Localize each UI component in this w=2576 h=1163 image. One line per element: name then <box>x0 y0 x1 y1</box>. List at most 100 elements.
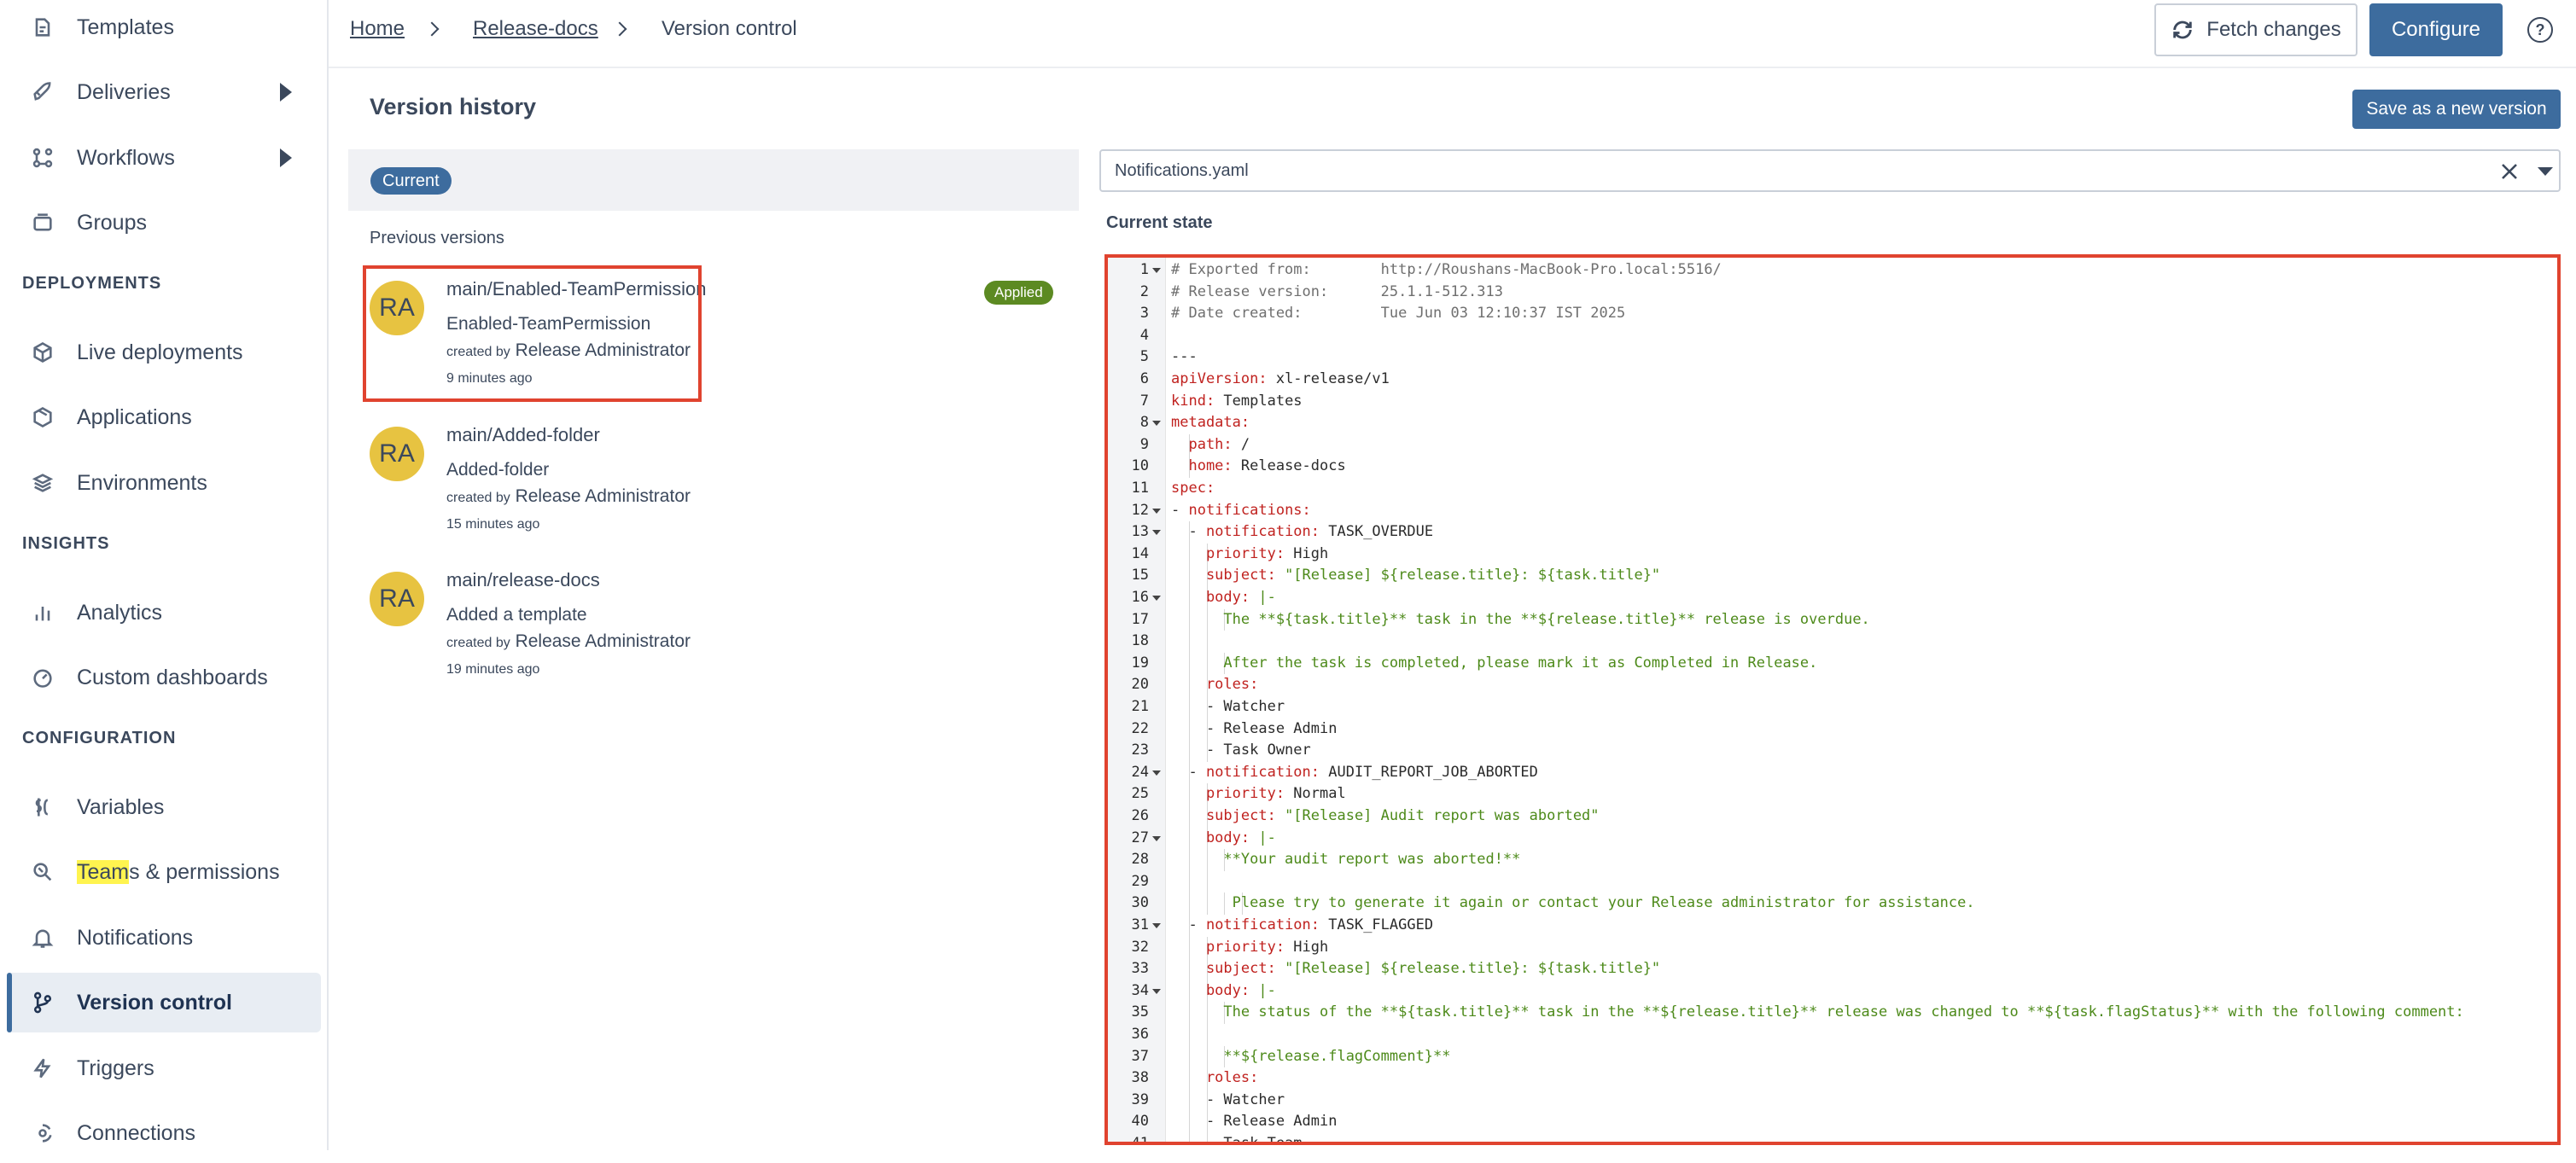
version-item[interactable]: RA main/release-docs Added a template cr… <box>370 556 1069 693</box>
current-version-row[interactable]: Current <box>348 149 1079 211</box>
code-token: AUDIT_REPORT_JOB_ABORTED <box>1320 763 1538 781</box>
expand-arrow-icon[interactable] <box>280 148 292 167</box>
line-number: 15 <box>1131 567 1149 584</box>
version-time: 9 minutes ago <box>446 371 533 386</box>
code-token: # Release version: 25.1.1-512.313 <box>1171 282 1503 300</box>
code-line: 40 - Release Admin <box>1108 1111 2557 1133</box>
code-token: notification: <box>1205 916 1320 933</box>
sidebar-item-variables[interactable]: Variables <box>7 777 321 837</box>
sidebar-item-triggers[interactable]: Triggers <box>7 1038 321 1098</box>
sidebar-item-connections[interactable]: Connections <box>7 1103 321 1163</box>
code-token: |- <box>1250 981 1276 999</box>
bell-icon <box>29 924 56 951</box>
fold-caret-icon[interactable] <box>1152 421 1161 427</box>
line-number: 6 <box>1139 370 1149 387</box>
breadcrumb-folder[interactable]: Release-docs <box>473 17 598 41</box>
fold-caret-icon[interactable] <box>1152 530 1161 536</box>
indent-guide <box>1189 1024 1191 1046</box>
line-number: 7 <box>1139 392 1149 410</box>
sidebar-item-templates[interactable]: Templates <box>7 0 321 57</box>
sidebar-item-live-deployments[interactable]: Live deployments <box>7 323 321 382</box>
help-icon[interactable]: ? <box>2527 17 2553 43</box>
code-token: body: <box>1171 981 1250 999</box>
code-text: priority: High <box>1171 937 1328 959</box>
fold-caret-icon[interactable] <box>1152 835 1161 841</box>
sidebar-item-label: Custom dashboards <box>77 665 268 689</box>
line-number: 19 <box>1131 654 1149 672</box>
fold-caret-icon[interactable] <box>1152 596 1161 601</box>
fold-caret-icon[interactable] <box>1152 508 1161 514</box>
code-token: "[Release] ${release.title}: ${task.titl… <box>1275 960 1661 978</box>
page-title: Version history <box>370 94 537 119</box>
line-number: 38 <box>1131 1069 1149 1087</box>
version-item[interactable]: RA main/Enabled-TeamPermission Applied E… <box>370 265 1069 402</box>
code-editor[interactable]: 1 # Exported from: http://Roushans-MacBoo… <box>1104 254 2561 1145</box>
code-token: High <box>1285 938 1329 956</box>
fold-caret-icon[interactable] <box>1152 268 1161 273</box>
line-number: 33 <box>1131 960 1149 978</box>
file-select[interactable]: Notifications.yaml <box>1099 149 2561 192</box>
breadcrumb-home[interactable]: Home <box>350 17 405 41</box>
code-line: 12 - notifications: <box>1108 500 2557 522</box>
indent-guide <box>1189 631 1191 653</box>
code-line: 29 <box>1108 870 2557 893</box>
fetch-changes-button[interactable]: Fetch changes <box>2154 3 2357 56</box>
sidebar-item-label: Notifications <box>77 925 194 950</box>
fold-caret-icon[interactable] <box>1152 988 1161 994</box>
code-token: # Date created: Tue Jun 03 12:10:37 IST … <box>1171 305 1626 323</box>
code-line: 39 - Watcher <box>1108 1089 2557 1112</box>
sidebar-item-label: Groups <box>77 210 147 235</box>
code-line: 5 --- <box>1108 346 2557 369</box>
line-number: 3 <box>1139 305 1149 323</box>
line-number: 32 <box>1131 938 1149 956</box>
sidebar-item-analytics[interactable]: Analytics <box>7 583 321 643</box>
line-number: 8 <box>1139 414 1149 432</box>
sidebar-item-label: Workflows <box>77 145 175 170</box>
sidebar-item-deliveries[interactable]: Deliveries <box>7 62 321 122</box>
fold-caret-icon[interactable] <box>1152 770 1161 776</box>
version-item[interactable]: RA main/Added-folder Added-folder create… <box>370 411 1069 548</box>
search-highlight: Team <box>77 859 130 884</box>
save-new-version-button[interactable]: Save as a new version <box>2352 90 2561 129</box>
line-number: 26 <box>1131 807 1149 824</box>
sidebar-item-label: Analytics <box>77 600 163 625</box>
code-text: - Task Team <box>1171 1133 1303 1142</box>
code-line: 30 Please try to generate it again or co… <box>1108 893 2557 915</box>
close-icon[interactable] <box>2499 161 2520 182</box>
sidebar-item-workflows[interactable]: Workflows <box>7 128 321 188</box>
sidebar-item-version-control[interactable]: Version control <box>7 973 321 1032</box>
code-line: 27 body: |- <box>1108 827 2557 850</box>
code-text: - notification: TASK_OVERDUE <box>1171 521 1433 544</box>
code-line: 14 priority: High <box>1108 543 2557 566</box>
sidebar-item-environments[interactable]: Environments <box>7 453 321 513</box>
chevron-down-icon[interactable] <box>2538 167 2553 176</box>
sidebar-item-teams-permissions[interactable]: Teams & permissions <box>7 842 321 902</box>
code-token: body: <box>1171 829 1250 846</box>
sidebar-item-notifications[interactable]: Notifications <box>7 908 321 968</box>
sidebar-item-custom-dashboards[interactable]: Custom dashboards <box>7 648 321 707</box>
code-token: notifications: <box>1188 501 1311 519</box>
sidebar-item-groups[interactable]: Groups <box>7 193 321 253</box>
configure-button[interactable]: Configure <box>2369 3 2503 56</box>
code-text: - notification: AUDIT_REPORT_JOB_ABORTED <box>1171 762 1538 784</box>
cube-icon <box>29 339 56 366</box>
line-number: 36 <box>1131 1026 1149 1043</box>
expand-arrow-icon[interactable] <box>280 83 292 102</box>
sidebar-item-label: Applications <box>77 404 192 429</box>
indent-guide <box>1206 631 1208 653</box>
sidebar-item-applications[interactable]: Applications <box>7 387 321 447</box>
code-line: 19 After the task is completed, please m… <box>1108 652 2557 675</box>
code-token: subject: <box>1171 567 1276 584</box>
code-text: subject: "[Release] Audit report was abo… <box>1171 805 1600 828</box>
code-token: metadata: <box>1171 414 1250 432</box>
sidebar-item-label: Deliveries <box>77 79 171 104</box>
code-token: The **${task.title}** task in the **${re… <box>1171 610 1870 628</box>
code-line: 31 - notification: TASK_FLAGGED <box>1108 915 2557 937</box>
code-token: "[Release] ${release.title}: ${task.titl… <box>1275 567 1661 584</box>
code-token: **${release.flagComment}** <box>1171 1047 1451 1065</box>
line-number: 41 <box>1131 1135 1149 1145</box>
code-text: body: |- <box>1171 828 1276 850</box>
sidebar-item-label: Triggers <box>77 1055 154 1080</box>
current-badge[interactable]: Current <box>370 167 452 195</box>
fold-caret-icon[interactable] <box>1152 923 1161 928</box>
